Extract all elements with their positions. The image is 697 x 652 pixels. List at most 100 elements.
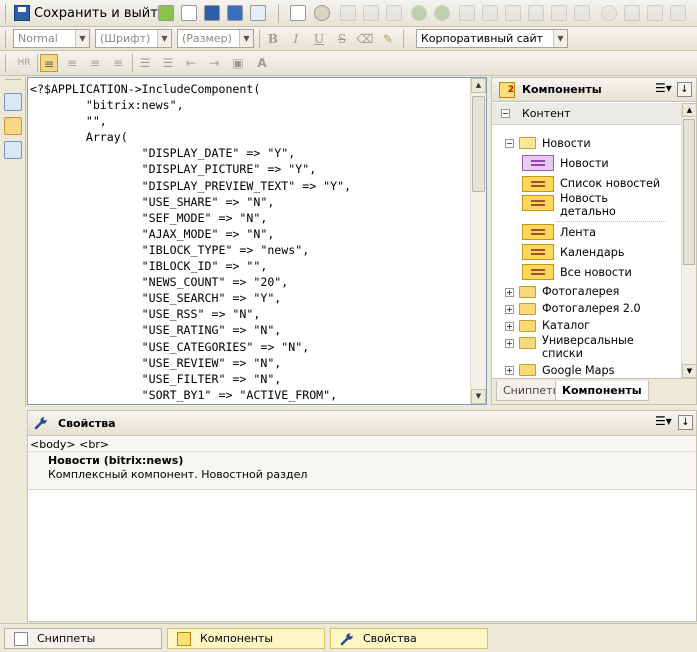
tree-scrollbar[interactable]: ▲ ▼ bbox=[681, 103, 697, 378]
tree-folder[interactable]: Google Maps bbox=[542, 364, 614, 377]
scroll-down-icon[interactable]: ▼ bbox=[682, 364, 697, 378]
code-line: "USE_RATING" => "N", bbox=[30, 323, 282, 338]
menu-icon[interactable]: ☰▾ bbox=[655, 82, 672, 97]
new-page-icon[interactable] bbox=[181, 5, 197, 21]
menu-icon[interactable]: ☰▾ bbox=[655, 415, 672, 430]
editor-scrollbar[interactable]: ▲ ▼ bbox=[470, 78, 486, 404]
tree-folder[interactable]: Универсальные списки bbox=[542, 334, 652, 360]
chevron-down-icon: ▼ bbox=[239, 30, 253, 47]
code-line: "NEWS_COUNT" => "20", bbox=[30, 275, 289, 290]
code-line: "SEF_MODE" => "N", bbox=[30, 210, 268, 225]
undo-icon bbox=[411, 5, 427, 21]
redo-icon bbox=[434, 5, 450, 21]
folder-open-icon bbox=[519, 137, 536, 149]
scroll-thumb[interactable] bbox=[683, 119, 695, 265]
brush-icon: ✎ bbox=[382, 32, 394, 46]
component-calendar-icon bbox=[522, 244, 554, 260]
spellcheck-icon bbox=[670, 5, 686, 21]
bottom-tab-snippets[interactable]: Сниппеты bbox=[4, 628, 162, 649]
save-and-exit-button[interactable]: Сохранить и выйти bbox=[14, 3, 166, 23]
exit-icon[interactable] bbox=[158, 5, 174, 21]
insert-flash-icon bbox=[482, 5, 498, 21]
expand-icon[interactable]: + bbox=[505, 322, 514, 331]
tree-item[interactable]: Список новостей bbox=[560, 177, 660, 190]
copyright-icon bbox=[601, 5, 617, 21]
settings-gear-icon[interactable] bbox=[314, 5, 330, 21]
page-properties-icon[interactable] bbox=[250, 5, 266, 21]
expand-icon[interactable]: + bbox=[505, 366, 514, 375]
unlink-icon bbox=[551, 5, 567, 21]
folder-icon bbox=[519, 337, 536, 349]
code-line: "USE_SEARCH" => "Y", bbox=[30, 291, 282, 306]
wysiwyg-mode-icon[interactable] bbox=[4, 93, 22, 111]
save-icon bbox=[14, 5, 30, 21]
components-panel-header: 2 Компоненты ☰▾ ↓ bbox=[492, 78, 696, 102]
tree-folder[interactable]: Каталог bbox=[542, 319, 590, 332]
code-editor[interactable]: <?$APPLICATION->IncludeComponent( "bitri… bbox=[27, 77, 487, 405]
tree-item[interactable]: Календарь bbox=[560, 246, 624, 259]
font-select[interactable]: (Шрифт) ▼ bbox=[95, 29, 172, 48]
tree-item[interactable]: Новость детально bbox=[560, 192, 650, 218]
code-line: "USE_SHARE" => "N", bbox=[30, 194, 275, 209]
save-as-icon[interactable] bbox=[227, 5, 243, 21]
tree-item[interactable]: Лента bbox=[560, 226, 596, 239]
snippets-icon bbox=[14, 632, 28, 646]
align-right-icon: ≡ bbox=[89, 56, 101, 70]
split-mode-icon[interactable] bbox=[4, 141, 22, 159]
view-mode-toolbar bbox=[0, 77, 26, 407]
collapse-icon[interactable]: − bbox=[505, 139, 514, 148]
size-select[interactable]: (Размер) ▼ bbox=[177, 29, 254, 48]
text-color-icon: ▣ bbox=[232, 56, 244, 70]
component-name: Новости (bitrix:news) bbox=[48, 454, 184, 467]
tree-folder[interactable]: Фотогалерея bbox=[542, 285, 619, 298]
minimize-icon[interactable]: ↓ bbox=[678, 415, 693, 430]
content-section-header[interactable]: − Контент bbox=[492, 103, 681, 125]
code-text[interactable]: <?$APPLICATION->IncludeComponent( "bitri… bbox=[28, 78, 486, 404]
ordered-list-icon: ☰ bbox=[139, 56, 151, 70]
code-line: "bitrix:news", bbox=[30, 98, 184, 113]
chevron-down-icon: ▼ bbox=[75, 30, 89, 47]
chevron-down-icon: ▼ bbox=[553, 30, 567, 47]
component-feed-icon bbox=[522, 224, 554, 240]
tree-item[interactable]: Новости bbox=[560, 157, 609, 170]
collapse-icon[interactable]: − bbox=[501, 109, 510, 118]
unordered-list-icon: ☰ bbox=[162, 56, 174, 70]
toolbar-grip bbox=[5, 4, 6, 23]
code-line: "", bbox=[30, 114, 107, 129]
component-detail-icon bbox=[522, 195, 554, 211]
tree-item[interactable]: Все новости bbox=[560, 266, 632, 279]
folder-icon bbox=[519, 303, 536, 315]
copy-icon bbox=[363, 5, 379, 21]
save-icon[interactable] bbox=[204, 5, 220, 21]
wrench-icon bbox=[34, 417, 47, 430]
code-line: "SORT_BY1" => "ACTIVE_FROM", bbox=[30, 387, 338, 402]
code-line: <?$APPLICATION->IncludeComponent( bbox=[30, 82, 261, 96]
expand-icon[interactable]: + bbox=[505, 288, 514, 297]
component-news-icon bbox=[522, 155, 554, 171]
expand-icon[interactable]: + bbox=[505, 305, 514, 314]
scroll-up-icon[interactable]: ▲ bbox=[682, 103, 697, 117]
tag-breadcrumb[interactable]: <body> <br> bbox=[28, 437, 696, 452]
tree-folder[interactable]: Фотогалерея 2.0 bbox=[542, 302, 641, 315]
code-mode-icon[interactable] bbox=[4, 117, 22, 135]
site-template-select[interactable]: Корпоративный сайт ▼ bbox=[416, 29, 568, 48]
bottom-tab-components[interactable]: Компоненты bbox=[167, 628, 325, 649]
code-line: "AJAX_MODE" => "N", bbox=[30, 226, 275, 241]
horizontal-rule-icon: HR bbox=[17, 58, 31, 68]
tree-folder-news[interactable]: Новости bbox=[542, 137, 591, 150]
scroll-up-icon[interactable]: ▲ bbox=[471, 78, 486, 93]
scroll-down-icon[interactable]: ▼ bbox=[471, 389, 486, 404]
code-line: "USE_FILTER" => "N", bbox=[30, 371, 282, 386]
style-select[interactable]: Normal ▼ bbox=[13, 29, 90, 48]
code-line: "IBLOCK_ID" => "", bbox=[30, 259, 268, 274]
bottom-tab-properties[interactable]: Свойства bbox=[330, 628, 488, 649]
minimize-icon[interactable]: ↓ bbox=[677, 82, 692, 97]
component-all-news-icon bbox=[522, 264, 554, 280]
fullscreen-icon[interactable] bbox=[290, 5, 306, 21]
align-left-icon: ≡ bbox=[40, 54, 58, 72]
tab-components[interactable]: Компоненты bbox=[555, 381, 649, 401]
align-center-icon: ≡ bbox=[66, 56, 78, 70]
scroll-thumb[interactable] bbox=[472, 96, 485, 192]
expand-icon[interactable]: + bbox=[505, 339, 514, 348]
outdent-icon: ⇤ bbox=[185, 56, 197, 70]
